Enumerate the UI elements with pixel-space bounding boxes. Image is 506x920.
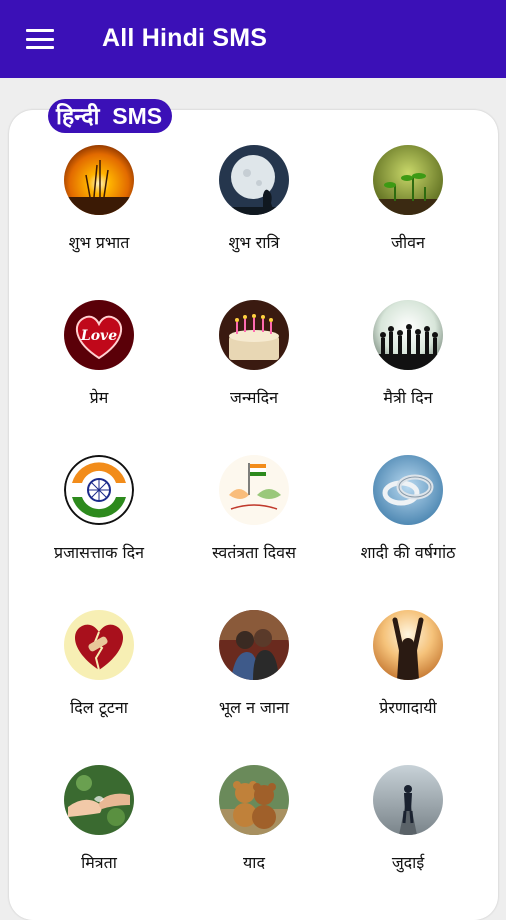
category-tile-separation[interactable]: जुदाई xyxy=(333,765,483,905)
category-label: शुभ प्रभात xyxy=(68,233,130,252)
plant-sprout-image xyxy=(373,145,443,215)
category-label: मित्रता xyxy=(81,853,117,872)
raised-arms-person-image xyxy=(373,610,443,680)
category-label: जीवन xyxy=(391,233,425,252)
category-label: प्रेरणादायी xyxy=(379,698,437,717)
teddy-bears-image xyxy=(219,765,289,835)
category-label: जन्मदिन xyxy=(229,388,279,407)
moon-night-image xyxy=(219,145,289,215)
wedding-rings-image xyxy=(373,455,443,525)
category-tile-memories[interactable]: याद xyxy=(179,765,329,905)
category-label: जुदाई xyxy=(391,853,425,872)
category-tile-good-night[interactable]: शुभ रात्रि xyxy=(179,145,329,285)
category-tile-wedding-anniversary[interactable]: शादी की वर्षगांठ xyxy=(333,455,483,595)
category-grid: शुभ प्रभात शुभ रात्रि जीवन Love प्रेम जन… xyxy=(0,0,506,900)
category-tile-friendship-day[interactable]: मैत्री दिन xyxy=(333,300,483,440)
category-label: शादी की वर्षगांठ xyxy=(360,543,456,562)
love-heart-image: Love xyxy=(64,300,134,370)
independence-day-flag-image xyxy=(219,455,289,525)
category-label: प्रजासत्ताक दिन xyxy=(53,543,145,562)
category-tile-inspirational[interactable]: प्रेरणादायी xyxy=(333,610,483,750)
lonely-person-road-image xyxy=(373,765,443,835)
category-label: शुभ रात्रि xyxy=(228,233,280,252)
category-tile-love[interactable]: Love प्रेम xyxy=(24,300,174,440)
category-tile-friendship[interactable]: मित्रता xyxy=(24,765,174,905)
holding-hands-image xyxy=(64,765,134,835)
category-tile-good-morning[interactable]: शुभ प्रभात xyxy=(24,145,174,285)
category-tile-republic-day[interactable]: प्रजासत्ताक दिन xyxy=(24,455,174,595)
category-label: मैत्री दिन xyxy=(383,388,433,407)
category-tile-birthday[interactable]: जन्मदिन xyxy=(179,300,329,440)
category-label: भूल न जाना xyxy=(218,698,290,717)
category-label: प्रेम xyxy=(89,388,109,407)
broken-heart-image xyxy=(64,610,134,680)
category-tile-independence-day[interactable]: स्वतंत्रता दिवस xyxy=(179,455,329,595)
svg-text:Love: Love xyxy=(80,328,117,344)
friends-silhouette-image xyxy=(373,300,443,370)
category-label: याद xyxy=(243,853,265,872)
category-tile-heartbreak[interactable]: दिल टूटना xyxy=(24,610,174,750)
ashoka-chakra-flag-image xyxy=(64,455,134,525)
category-label: स्वतंत्रता दिवस xyxy=(212,543,296,562)
couple-image xyxy=(219,610,289,680)
category-tile-dont-forget[interactable]: भूल न जाना xyxy=(179,610,329,750)
category-tile-life[interactable]: जीवन xyxy=(333,145,483,285)
birthday-cake-image xyxy=(219,300,289,370)
category-label: दिल टूटना xyxy=(70,698,128,717)
sunrise-image xyxy=(64,145,134,215)
